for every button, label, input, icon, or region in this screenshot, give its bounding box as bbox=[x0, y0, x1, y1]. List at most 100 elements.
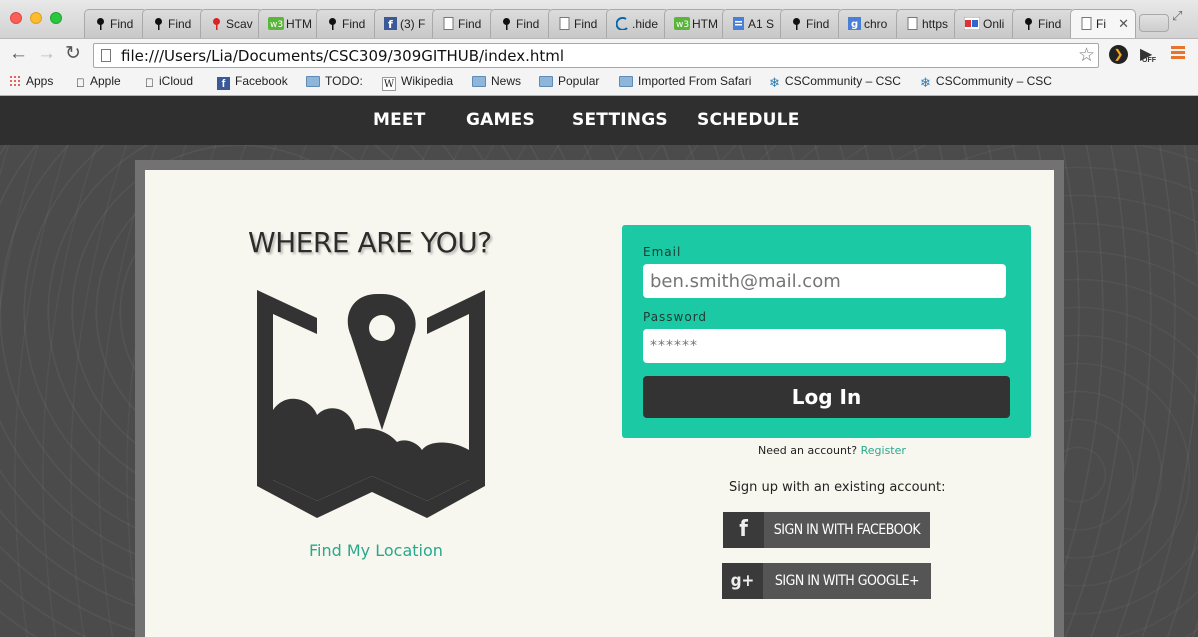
svg-text:w3: w3 bbox=[676, 20, 689, 30]
cursor-extension-icon[interactable]: ▶ OFF bbox=[1140, 44, 1156, 64]
tab-title: Find bbox=[458, 17, 482, 31]
browser-tab[interactable]: Find bbox=[780, 9, 843, 38]
svg-text:f: f bbox=[388, 18, 393, 30]
reload-icon[interactable]: ↻ bbox=[65, 44, 81, 64]
bookmark-popular[interactable]: Popular bbox=[539, 74, 599, 88]
page-title: WHERE ARE YOU? bbox=[248, 226, 492, 259]
apps-grid-icon bbox=[9, 75, 21, 87]
plex-extension-icon[interactable]: ❯ bbox=[1109, 45, 1128, 64]
page-icon bbox=[1080, 17, 1093, 30]
bookmark-label: iCloud bbox=[150, 74, 193, 88]
folder-icon bbox=[619, 76, 633, 87]
nav-schedule[interactable]: SCHEDULE bbox=[697, 110, 800, 130]
bookmark-wikipedia[interactable]: W Wikipedia bbox=[382, 74, 453, 91]
facebook-icon: f bbox=[217, 77, 230, 90]
browser-tab-active[interactable]: Fi ✕ bbox=[1070, 9, 1136, 38]
browser-toolbar: ← → ↻ file:///Users/Lia/Documents/CSC309… bbox=[0, 38, 1198, 71]
login-button[interactable]: Log In bbox=[643, 376, 1010, 418]
extension-off-label: OFF bbox=[1142, 57, 1156, 64]
find-location-link[interactable]: Find My Location bbox=[309, 541, 443, 560]
browser-tab[interactable]: w3 HTM bbox=[664, 9, 727, 38]
bookmark-imported[interactable]: Imported From Safari bbox=[619, 74, 751, 88]
map-pin-icon bbox=[500, 17, 513, 30]
close-window-button[interactable] bbox=[10, 12, 22, 24]
browser-tab[interactable]: Scav bbox=[200, 9, 263, 38]
nav-settings[interactable]: SETTINGS bbox=[572, 110, 668, 130]
browser-tab[interactable]: Find bbox=[142, 9, 205, 38]
jquery-icon bbox=[615, 16, 629, 31]
browser-tab[interactable]: Find bbox=[548, 9, 611, 38]
folder-icon bbox=[306, 76, 320, 87]
login-form: Email Password Log In bbox=[622, 225, 1031, 438]
bookmark-label: CSCommunity – CSC bbox=[784, 74, 901, 88]
register-link[interactable]: Register bbox=[861, 444, 906, 457]
minimize-window-button[interactable] bbox=[30, 12, 42, 24]
tab-title: Find bbox=[168, 17, 192, 31]
bookmark-facebook[interactable]: f Facebook bbox=[217, 74, 288, 90]
google-signin-button[interactable]: g+ Sign in with Google+ bbox=[722, 563, 931, 599]
bookmark-label: CSCommunity – CSC bbox=[935, 74, 1052, 88]
browser-tab[interactable]: A1 S bbox=[722, 9, 785, 38]
bookmark-star-icon[interactable]: ☆ bbox=[1078, 44, 1095, 67]
bookmark-label: Wikipedia bbox=[401, 74, 454, 88]
tab-title: Find bbox=[516, 17, 540, 31]
browser-tabstrip: Find Find Scav w3 HTM Find f (3) F Find … bbox=[0, 0, 1198, 38]
need-account-label: Need an account? bbox=[758, 444, 858, 457]
bookmark-label: Facebook bbox=[235, 74, 288, 88]
browser-tab[interactable]: https bbox=[896, 9, 959, 38]
online-icon bbox=[963, 16, 981, 31]
page-icon bbox=[101, 49, 111, 62]
browser-tab[interactable]: .hide bbox=[606, 9, 669, 38]
folder-icon bbox=[539, 76, 553, 87]
browser-tab[interactable]: Find bbox=[84, 9, 147, 38]
bookmark-label: Apple bbox=[81, 74, 121, 88]
nav-meet[interactable]: MEET bbox=[373, 110, 426, 130]
red-pin-icon bbox=[210, 17, 223, 30]
browser-tab[interactable]: Find bbox=[490, 9, 553, 38]
tab-title: Find bbox=[110, 17, 134, 31]
google-icon: g bbox=[848, 17, 861, 30]
browser-tab[interactable]: Onli bbox=[954, 9, 1017, 38]
bookmark-todo[interactable]: TODO: bbox=[306, 74, 363, 88]
password-field[interactable] bbox=[643, 329, 1006, 363]
bookmark-news[interactable]: News bbox=[472, 74, 521, 88]
browser-tab[interactable]: Find bbox=[432, 9, 495, 38]
svg-text:g: g bbox=[851, 19, 858, 30]
page-icon bbox=[442, 17, 455, 30]
facebook-signin-button[interactable]: f Sign in with Facebook bbox=[723, 512, 930, 548]
password-label: Password bbox=[643, 310, 708, 324]
bookmark-apple[interactable]: Apple bbox=[76, 74, 121, 90]
w3-icon: w3 bbox=[268, 17, 284, 30]
tab-title: HTM bbox=[286, 17, 312, 31]
bookmark-label: News bbox=[491, 74, 522, 88]
bookmark-cscommunity[interactable]: ❄ CSCommunity – CSC bbox=[920, 74, 1052, 91]
tab-title: Find bbox=[806, 17, 830, 31]
bookmark-apps[interactable]: Apps bbox=[9, 74, 53, 88]
new-tab-button[interactable] bbox=[1139, 14, 1169, 32]
menu-icon[interactable] bbox=[1171, 46, 1185, 61]
browser-tab[interactable]: f (3) F bbox=[374, 9, 437, 38]
tab-title: HTM bbox=[692, 17, 718, 31]
map-pin-icon bbox=[790, 17, 803, 30]
zoom-window-button[interactable] bbox=[50, 12, 62, 24]
close-tab-icon[interactable]: ✕ bbox=[1118, 16, 1129, 32]
nav-games[interactable]: GAMES bbox=[466, 110, 535, 130]
bookmark-icloud[interactable]: iCloud bbox=[145, 74, 193, 90]
browser-tab[interactable]: Find bbox=[1012, 9, 1075, 38]
forward-icon[interactable]: → bbox=[37, 44, 56, 64]
map-location-icon bbox=[257, 290, 485, 518]
back-icon[interactable]: ← bbox=[9, 44, 28, 64]
site-nav: MEET GAMES SETTINGS SCHEDULE bbox=[0, 96, 1198, 145]
browser-tab[interactable]: w3 HTM bbox=[258, 9, 321, 38]
browser-tab[interactable]: Find bbox=[316, 9, 379, 38]
browser-tab[interactable]: g chro bbox=[838, 9, 901, 38]
bookmark-cscommunity[interactable]: ❄ CSCommunity – CSC bbox=[769, 74, 901, 91]
fullscreen-icon[interactable]: ⤢ bbox=[1172, 8, 1182, 24]
map-pin-icon bbox=[326, 17, 339, 30]
email-field[interactable] bbox=[643, 264, 1006, 298]
url-text: file:///Users/Lia/Documents/CSC309/309GI… bbox=[121, 47, 565, 65]
google-plus-icon: g+ bbox=[722, 563, 763, 599]
address-bar[interactable]: file:///Users/Lia/Documents/CSC309/309GI… bbox=[93, 43, 1099, 68]
bookmark-label: TODO: bbox=[325, 74, 363, 88]
tab-title: chro bbox=[864, 17, 888, 31]
